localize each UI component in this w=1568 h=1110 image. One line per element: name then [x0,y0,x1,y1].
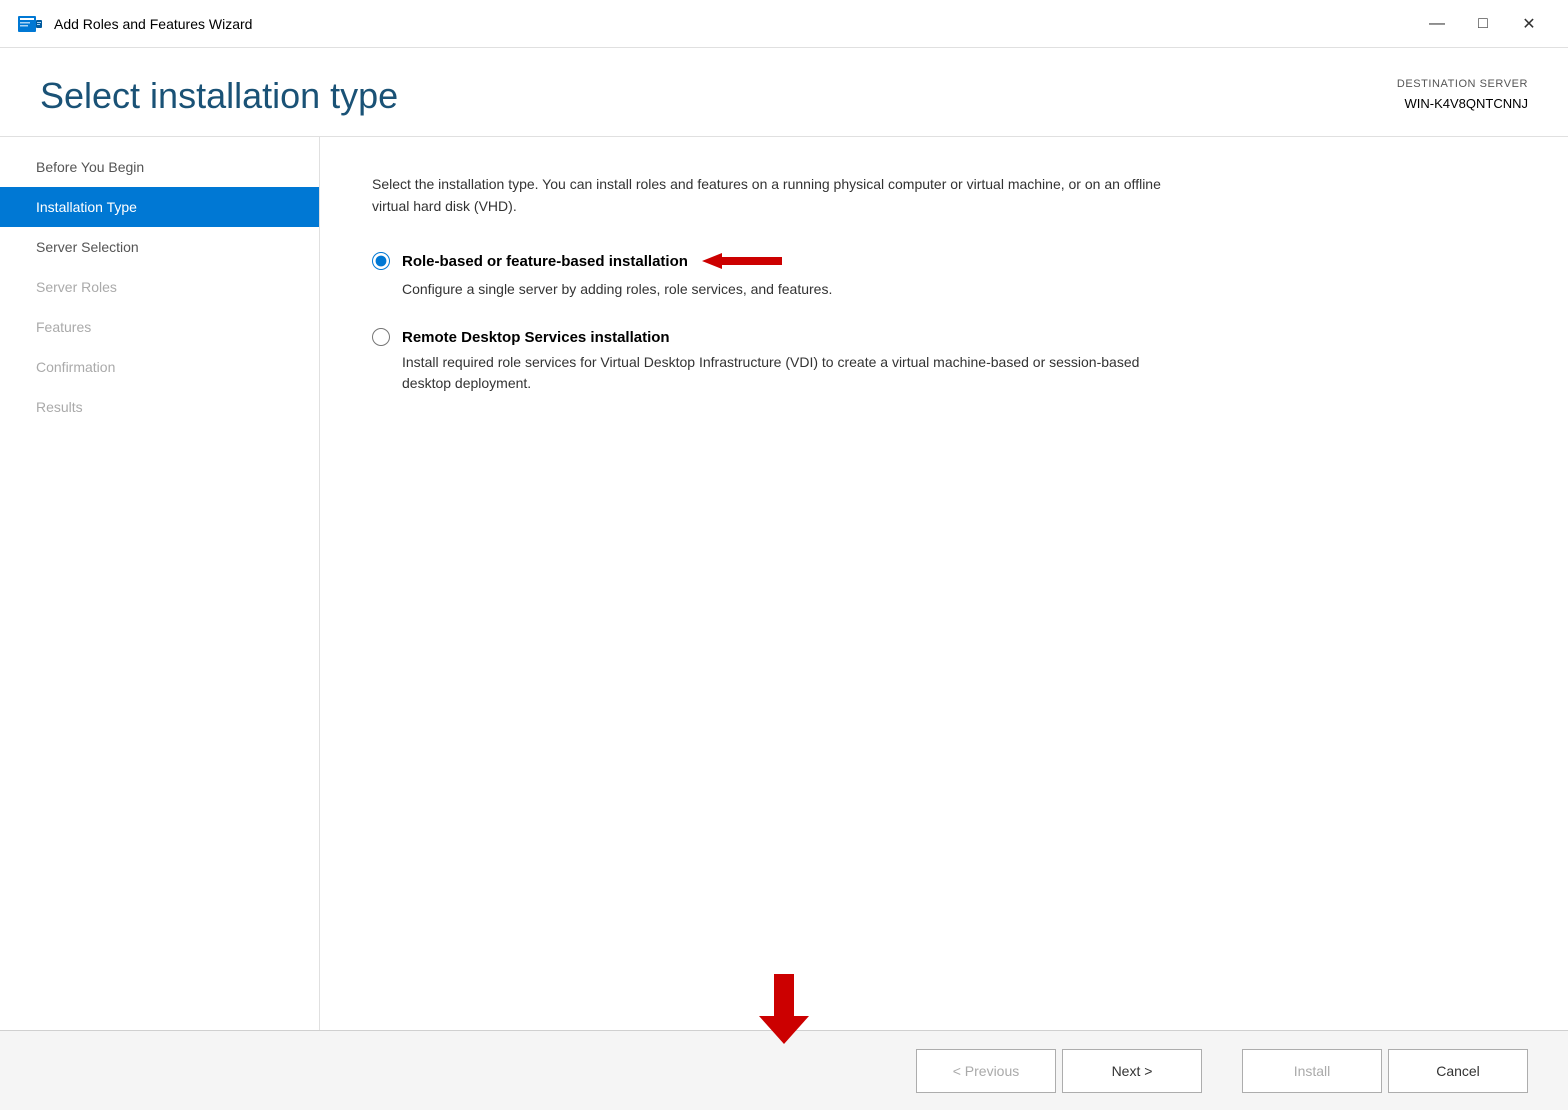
page-header: Select installation type DESTINATION SER… [0,48,1568,137]
remote-desktop-option: Remote Desktop Services installation Ins… [372,328,1508,394]
destination-label: DESTINATION SERVER [1397,76,1528,94]
wizard-icon [16,10,44,38]
content-body: Before You Begin Installation Type Serve… [0,137,1568,1030]
main-panel: Select the installation type. You can in… [320,137,1568,1030]
close-button[interactable]: ✕ [1506,8,1552,40]
left-arrow-icon [702,249,782,273]
next-button[interactable]: Next > [1062,1049,1202,1093]
sidebar-item-features: Features [0,307,319,347]
sidebar-item-confirmation: Confirmation [0,347,319,387]
remote-desktop-label: Remote Desktop Services installation [402,329,670,346]
remote-desktop-description: Install required role services for Virtu… [402,352,1182,394]
wizard-window: Add Roles and Features Wizard — □ ✕ Sele… [0,0,1568,1110]
destination-server-info: DESTINATION SERVER WIN-K4V8QNTCNNJ [1397,76,1528,114]
role-based-description: Configure a single server by adding role… [402,279,1182,300]
intro-text: Select the installation type. You can in… [372,173,1192,218]
remote-desktop-radio[interactable] [372,328,390,346]
footer: < Previous Next > Install Cancel [0,1030,1568,1110]
role-based-label: Role-based or feature-based installation [402,253,688,270]
maximize-button[interactable]: □ [1460,8,1506,40]
page-title: Select installation type [40,76,398,116]
role-based-option: Role-based or feature-based installation… [372,249,1508,300]
destination-name: WIN-K4V8QNTCNNJ [1397,94,1528,115]
sidebar: Before You Begin Installation Type Serve… [0,137,320,1030]
install-button[interactable]: Install [1242,1049,1382,1093]
sidebar-item-server-selection[interactable]: Server Selection [0,227,319,267]
sidebar-item-installation-type[interactable]: Installation Type [0,187,319,227]
title-bar: Add Roles and Features Wizard — □ ✕ [0,0,1568,48]
sidebar-item-results: Results [0,387,319,427]
previous-button[interactable]: < Previous [916,1049,1056,1093]
down-arrow-icon [759,974,809,1044]
role-based-radio[interactable] [372,252,390,270]
sidebar-item-before-you-begin[interactable]: Before You Begin [0,147,319,187]
sidebar-item-server-roles: Server Roles [0,267,319,307]
cancel-button[interactable]: Cancel [1388,1049,1528,1093]
down-arrow-annotation [759,974,809,1047]
title-bar-text: Add Roles and Features Wizard [54,16,1414,32]
title-bar-controls: — □ ✕ [1414,8,1552,40]
left-arrow-annotation [702,249,782,273]
minimize-button[interactable]: — [1414,8,1460,40]
